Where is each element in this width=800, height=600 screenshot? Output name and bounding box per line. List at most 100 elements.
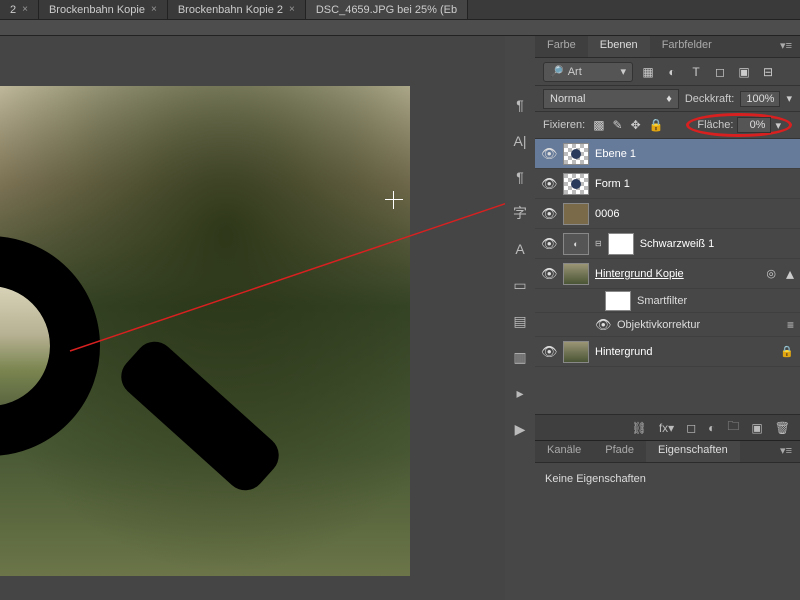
mask-link-icon[interactable]: ⊟ bbox=[595, 239, 602, 248]
tab-label: DSC_4659.JPG bei 25% (Eb bbox=[316, 4, 457, 16]
close-icon[interactable]: × bbox=[22, 4, 28, 15]
layers-list: 👁 Ebene 1 👁 Form 1 👁 0006 👁 ◐ ⊟ Schwarzw… bbox=[535, 138, 800, 414]
layers-icon[interactable]: ▤ bbox=[511, 312, 529, 330]
filter-mask-thumb[interactable] bbox=[605, 291, 631, 311]
visibility-icon[interactable]: 👁 bbox=[595, 317, 611, 333]
actions-icon[interactable]: ▸ bbox=[511, 384, 529, 402]
add-mask-icon[interactable]: ◻ bbox=[686, 421, 696, 435]
crosshair-cursor-icon bbox=[385, 191, 403, 209]
filter-pixel-icon[interactable]: ▦ bbox=[639, 63, 657, 81]
blend-mode-value: Normal bbox=[550, 93, 585, 105]
filter-toggle-icon[interactable]: ⊟ bbox=[759, 63, 777, 81]
layer-name[interactable]: Hintergrund bbox=[595, 346, 652, 358]
layer-row[interactable]: 👁 Hintergrund Kopie ◎ ▴ bbox=[535, 259, 800, 289]
styles-icon[interactable]: A bbox=[511, 240, 529, 258]
lock-pixels-icon[interactable]: ✎ bbox=[613, 118, 623, 132]
layer-thumb[interactable] bbox=[563, 263, 589, 285]
layer-row[interactable]: 👁 Ebene 1 bbox=[535, 139, 800, 169]
tab-eigenschaften[interactable]: Eigenschaften bbox=[646, 441, 740, 462]
visibility-icon[interactable]: 👁 bbox=[541, 344, 557, 360]
layer-name[interactable]: Schwarzweiß 1 bbox=[640, 238, 715, 250]
layer-row[interactable]: 👁 Hintergrund 🔒 bbox=[535, 337, 800, 367]
fill-label: Fläche: bbox=[697, 119, 733, 131]
panel-menu-icon[interactable]: ▾≡ bbox=[772, 441, 800, 462]
smart-object-icon: ◎ bbox=[766, 267, 776, 280]
opacity-label: Deckkraft: bbox=[685, 93, 735, 105]
visibility-icon[interactable]: 👁 bbox=[541, 176, 557, 192]
delete-layer-icon[interactable]: 🗑 bbox=[775, 421, 790, 435]
panel-menu-icon[interactable]: ▾≡ bbox=[772, 36, 800, 57]
close-icon[interactable]: × bbox=[151, 4, 157, 15]
comp-icon[interactable]: ▥ bbox=[511, 348, 529, 366]
layer-thumb[interactable] bbox=[563, 203, 589, 225]
layer-name[interactable]: 0006 bbox=[595, 208, 619, 220]
filter-options-icon[interactable]: ≡ bbox=[787, 318, 794, 332]
tab-farbe[interactable]: Farbe bbox=[535, 36, 588, 57]
play-icon[interactable]: ▶ bbox=[511, 420, 529, 438]
filter-type-icon[interactable]: T bbox=[687, 63, 705, 81]
filter-label: Art bbox=[568, 66, 582, 78]
glyphs-icon[interactable]: 字 bbox=[511, 204, 529, 222]
filter-smart-icon[interactable]: ▣ bbox=[735, 63, 753, 81]
layer-thumb[interactable] bbox=[563, 173, 589, 195]
blend-row: Normal♦ Deckkraft: 100% ▾ bbox=[535, 86, 800, 112]
adjustment-icon[interactable]: ◐ bbox=[563, 233, 589, 255]
doc-tab[interactable]: 2× bbox=[0, 0, 39, 19]
properties-body: Keine Eigenschaften bbox=[535, 463, 800, 495]
tab-ebenen[interactable]: Ebenen bbox=[588, 36, 650, 57]
paragraph2-icon[interactable]: ¶ bbox=[511, 168, 529, 186]
lock-all-icon[interactable]: 🔒 bbox=[649, 118, 664, 132]
layer-thumb[interactable] bbox=[563, 341, 589, 363]
link-layers-icon[interactable]: ⛓ bbox=[632, 421, 647, 435]
tab-farbfelder[interactable]: Farbfelder bbox=[650, 36, 724, 57]
layer-row[interactable]: 👁 0006 bbox=[535, 199, 800, 229]
layers-bottom-bar: ⛓ fx▾ ◻ ◐ 🗀 ▣ 🗑 bbox=[535, 414, 800, 440]
tab-label: 2 bbox=[10, 4, 16, 16]
smart-filter-item[interactable]: 👁 Objektivkorrektur ≡ bbox=[535, 313, 800, 337]
doc-tab-active[interactable]: DSC_4659.JPG bei 25% (Eb bbox=[306, 0, 468, 19]
layer-row[interactable]: 👁 ◐ ⊟ Schwarzweiß 1 bbox=[535, 229, 800, 259]
lock-label: Fixieren: bbox=[543, 119, 585, 131]
expand-icon[interactable]: ▴ bbox=[786, 264, 794, 284]
notes-icon[interactable]: ▭ bbox=[511, 276, 529, 294]
smart-filters-header[interactable]: Smartfilter bbox=[535, 289, 800, 313]
blend-mode-select[interactable]: Normal♦ bbox=[543, 89, 679, 109]
layer-fx-icon[interactable]: fx▾ bbox=[659, 421, 674, 435]
paragraph-panel-icon[interactable]: ¶ bbox=[511, 96, 529, 114]
layer-thumb[interactable] bbox=[563, 143, 589, 165]
filter-shape-icon[interactable]: ◻ bbox=[711, 63, 729, 81]
new-layer-icon[interactable]: ▣ bbox=[751, 421, 762, 435]
doc-tab[interactable]: Brockenbahn Kopie × bbox=[39, 0, 168, 19]
ruler bbox=[0, 20, 800, 36]
tab-pfade[interactable]: Pfade bbox=[593, 441, 646, 462]
tab-kanaele[interactable]: Kanäle bbox=[535, 441, 593, 462]
visibility-icon[interactable]: 👁 bbox=[541, 146, 557, 162]
layer-row[interactable]: 👁 Form 1 bbox=[535, 169, 800, 199]
filter-type-select[interactable]: 🔎Art▾ bbox=[543, 62, 633, 82]
visibility-icon[interactable]: 👁 bbox=[541, 206, 557, 222]
lock-position-icon[interactable]: ✥ bbox=[631, 118, 641, 132]
fill-chevron-icon[interactable]: ▾ bbox=[775, 119, 781, 132]
doc-tab[interactable]: Brockenbahn Kopie 2× bbox=[168, 0, 306, 19]
lower-panel-tabs: Kanäle Pfade Eigenschaften ▾≡ bbox=[535, 441, 800, 463]
fill-value[interactable]: 0% bbox=[737, 117, 771, 133]
new-adjustment-icon[interactable]: ◐ bbox=[708, 421, 715, 435]
new-group-icon[interactable]: 🗀 bbox=[727, 417, 739, 438]
character-panel-icon[interactable]: A| bbox=[511, 132, 529, 150]
canvas-area[interactable] bbox=[0, 36, 505, 600]
lock-transparency-icon[interactable]: ▩ bbox=[593, 118, 604, 132]
upper-panel-tabs: Farbe Ebenen Farbfelder ▾≡ bbox=[535, 36, 800, 58]
tab-label: Brockenbahn Kopie bbox=[49, 4, 145, 16]
lock-icon: 🔒 bbox=[780, 345, 794, 358]
search-icon: 🔎 bbox=[550, 65, 564, 78]
layer-name[interactable]: Ebene 1 bbox=[595, 148, 636, 160]
layer-name[interactable]: Form 1 bbox=[595, 178, 630, 190]
layer-name[interactable]: Hintergrund Kopie bbox=[595, 268, 684, 280]
visibility-icon[interactable]: 👁 bbox=[541, 236, 557, 252]
visibility-icon[interactable]: 👁 bbox=[541, 266, 557, 282]
opacity-value[interactable]: 100% bbox=[740, 91, 780, 107]
close-icon[interactable]: × bbox=[289, 4, 295, 15]
mask-thumb[interactable] bbox=[608, 233, 634, 255]
opacity-chevron-icon[interactable]: ▾ bbox=[786, 92, 792, 105]
filter-adjust-icon[interactable]: ◐ bbox=[663, 63, 681, 81]
